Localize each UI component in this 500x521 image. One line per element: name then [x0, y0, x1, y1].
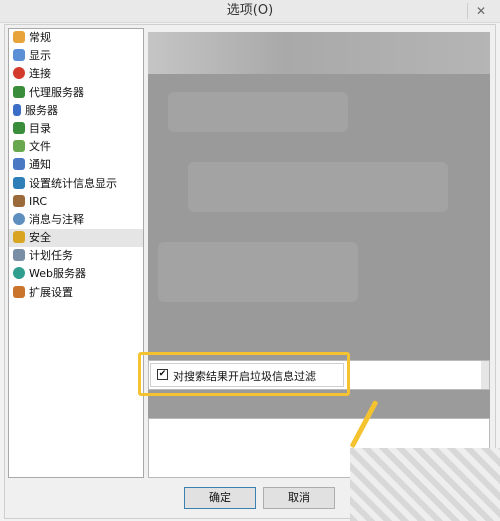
nav-item-files[interactable]: 文件: [9, 138, 143, 156]
ok-button[interactable]: 确定: [184, 487, 256, 509]
irc-icon: [13, 194, 25, 207]
nav-item-schedule[interactable]: 计划任务: [9, 247, 143, 265]
nav-item-stats-display[interactable]: 设置统计信息显示: [9, 175, 143, 193]
stats-icon: [13, 176, 25, 189]
nav-item-display[interactable]: 显示: [9, 47, 143, 65]
nav-item-general[interactable]: 常规: [9, 29, 143, 47]
extension-icon: [13, 285, 25, 298]
lock-icon: [13, 231, 25, 244]
scrollbar[interactable]: [481, 361, 489, 389]
settings-icon: [13, 31, 25, 43]
web-icon: [13, 267, 25, 280]
nav-item-extensions[interactable]: 扩展设置: [9, 284, 143, 302]
folder-icon: [13, 121, 25, 134]
nav-item-directory[interactable]: 目录: [9, 120, 143, 138]
proxy-icon: [13, 85, 25, 98]
schedule-icon: [13, 249, 25, 262]
nav-item-messages[interactable]: 消息与注释: [9, 211, 143, 229]
notification-icon: [13, 158, 25, 171]
title-bar: 选项(O) ✕: [0, 0, 500, 23]
close-button[interactable]: ✕: [467, 3, 494, 19]
pixelated-watermark: [350, 448, 500, 521]
nav-item-server[interactable]: 服务器: [9, 102, 143, 120]
server-icon: [13, 103, 21, 116]
nav-item-web-server[interactable]: Web服务器: [9, 265, 143, 283]
cancel-button[interactable]: 取消: [263, 487, 335, 509]
files-icon: [13, 140, 25, 153]
window-title: 选项(O): [226, 3, 274, 18]
nav-item-irc[interactable]: IRC: [9, 193, 143, 211]
display-icon: [13, 49, 25, 62]
blurred-region: [188, 162, 448, 212]
blurred-header-region: [148, 32, 490, 74]
blurred-region: [168, 92, 348, 132]
settings-content-blurred: [148, 32, 490, 360]
nav-item-notification[interactable]: 通知: [9, 156, 143, 174]
nav-item-proxy[interactable]: 代理服务器: [9, 84, 143, 102]
message-icon: [13, 212, 25, 225]
settings-nav-list: 常规 显示 连接 代理服务器 服务器 目录 文件 通知 设置统计信息显示 IRC…: [8, 28, 144, 478]
blurred-region: [158, 242, 358, 302]
highlight-annotation-box: [138, 352, 350, 396]
nav-item-connection[interactable]: 连接: [9, 65, 143, 83]
apple-icon: [13, 67, 25, 80]
nav-item-security[interactable]: 安全: [9, 229, 143, 248]
